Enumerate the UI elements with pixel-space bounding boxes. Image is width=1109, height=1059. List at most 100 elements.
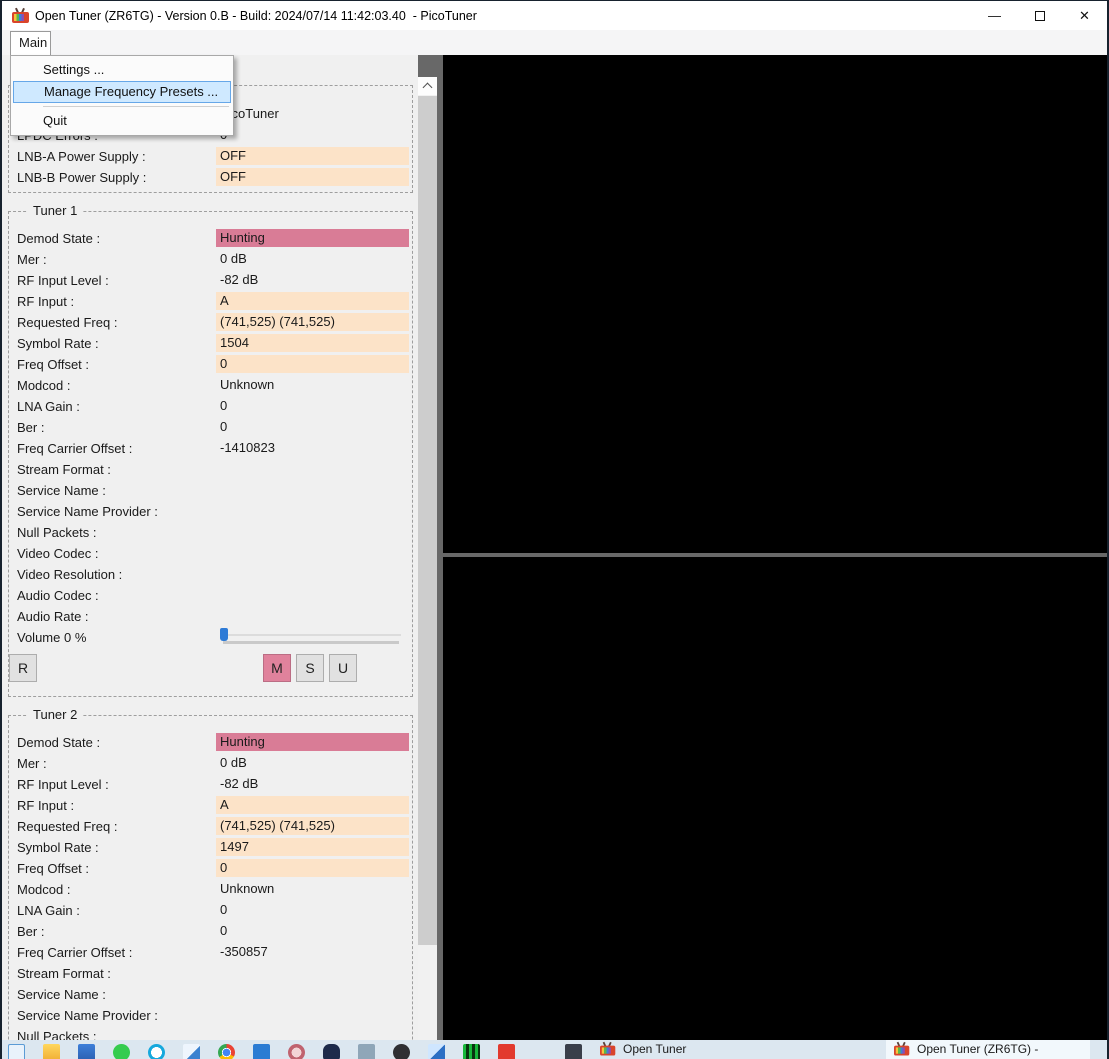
- menu-item[interactable]: [13, 103, 231, 110]
- taskbar-icon[interactable]: [565, 1044, 582, 1059]
- scroll-up-button[interactable]: [418, 77, 437, 95]
- field-value: [216, 502, 409, 520]
- taskbar-icon[interactable]: [253, 1044, 270, 1059]
- tuner-row: RF Input : A: [9, 796, 412, 817]
- minimize-button[interactable]: —: [972, 1, 1017, 30]
- maximize-button[interactable]: [1017, 1, 1062, 30]
- field-label: Ber :: [17, 420, 45, 435]
- taskbar-icon[interactable]: [78, 1044, 95, 1059]
- tuner-row: Stream Format :: [9, 460, 412, 481]
- field-label: Service Name Provider :: [17, 504, 158, 519]
- taskbar-icon[interactable]: [8, 1044, 25, 1059]
- menu-item[interactable]: Settings ...: [13, 59, 231, 81]
- field-value: [216, 565, 409, 583]
- tuner-row: Stream Format :: [9, 964, 412, 985]
- field-value: Hunting: [216, 229, 409, 247]
- taskbar-icon[interactable]: [288, 1044, 305, 1059]
- tuner-row: Symbol Rate : 1497: [9, 838, 412, 859]
- field-value: 0: [220, 923, 228, 938]
- tuner-control-button[interactable]: R: [9, 654, 37, 682]
- taskbar-icons: [8, 1044, 582, 1059]
- menu-item[interactable]: Quit: [13, 110, 231, 132]
- field-label: RF Input Level :: [17, 273, 109, 288]
- taskbar-window-button[interactable]: Open Tuner (ZR6TG) -: [886, 1040, 1090, 1059]
- field-value: Unknown: [220, 377, 275, 392]
- field-value: 0: [216, 126, 409, 144]
- app-tv-icon: [600, 1041, 616, 1056]
- taskbar-icon[interactable]: [183, 1044, 200, 1059]
- window-title: Open Tuner (ZR6TG) - Version 0.B - Build…: [35, 8, 477, 23]
- tuner-control-button[interactable]: U: [329, 654, 357, 682]
- tuner-row: Ber : 0: [9, 418, 412, 439]
- tuner-row: Demod State : Hunting: [9, 733, 412, 754]
- taskbar-icon[interactable]: [323, 1044, 340, 1059]
- tuner-row: Freq Offset : 0: [9, 859, 412, 880]
- field-value: [216, 544, 409, 562]
- volume-slider-track[interactable]: [223, 634, 401, 636]
- field-label: Symbol Rate :: [17, 840, 99, 855]
- taskbar-button-label: Open Tuner: [623, 1042, 687, 1056]
- tuner-row: Video Resolution :: [9, 565, 412, 586]
- status-row: LNB-B Power Supply : OFF: [9, 168, 412, 189]
- menu-main[interactable]: Main: [10, 31, 51, 55]
- scrollbar-thumb[interactable]: [418, 96, 437, 945]
- tuner-row: RF Input : A: [9, 292, 412, 313]
- volume-slider-bar: [223, 641, 399, 644]
- tuner-row: Service Name :: [9, 481, 412, 502]
- field-label: Service Name :: [17, 987, 106, 1002]
- tuner1-buttons: MSU R: [9, 654, 412, 683]
- field-value: 1504: [216, 334, 409, 352]
- field-value: [216, 523, 409, 541]
- field-value: [216, 1006, 409, 1024]
- tuner-row: Audio Codec :: [9, 586, 412, 607]
- tuner2-group: Tuner 2 Demod State : Hunting Mer : 0 dB…: [8, 707, 413, 1059]
- close-button[interactable]: ✕: [1062, 1, 1107, 30]
- volume-label: Volume 0 %: [17, 630, 87, 645]
- field-value: A: [216, 292, 409, 310]
- tuner1-group: Tuner 1 Demod State : Hunting Mer : 0 dB…: [8, 203, 413, 697]
- field-value: [216, 985, 409, 1003]
- taskbar-icon[interactable]: [358, 1044, 375, 1059]
- tuner-row: Symbol Rate : 1504: [9, 334, 412, 355]
- taskbar-icon[interactable]: [498, 1044, 515, 1059]
- field-value: (741,525) (741,525): [216, 817, 409, 835]
- tuner-row: Modcod : Unknown: [9, 880, 412, 901]
- taskbar-window-button[interactable]: Open Tuner: [592, 1040, 772, 1059]
- tuner-row: Freq Offset : 0: [9, 355, 412, 376]
- video-area-tuner1[interactable]: [443, 55, 1107, 553]
- tuner-row: Service Name :: [9, 985, 412, 1006]
- vertical-scrollbar[interactable]: [418, 77, 437, 1040]
- taskbar-icon[interactable]: [218, 1044, 235, 1059]
- field-value: Unknown: [220, 881, 275, 896]
- tuner-row: Service Name Provider :: [9, 1006, 412, 1027]
- taskbar-icon[interactable]: [428, 1044, 445, 1059]
- field-label: Stream Format :: [17, 966, 111, 981]
- taskbar-button-label: Open Tuner (ZR6TG) -: [917, 1042, 1039, 1056]
- tuner1-rows: Demod State : Hunting Mer : 0 dB RF Inpu…: [9, 229, 412, 628]
- status-row: LNB-A Power Supply : OFF: [9, 147, 412, 168]
- field-label: Modcod :: [17, 882, 71, 897]
- field-value: -82 dB: [220, 776, 259, 791]
- taskbar-icon[interactable]: [148, 1044, 165, 1059]
- tuner-control-button[interactable]: M: [263, 654, 291, 682]
- taskbar-icon[interactable]: [393, 1044, 410, 1059]
- taskbar-icon[interactable]: [463, 1044, 480, 1059]
- field-value: [216, 586, 409, 604]
- tuner-row: Service Name Provider :: [9, 502, 412, 523]
- field-label: Audio Codec :: [17, 588, 99, 603]
- field-label: Requested Freq :: [17, 819, 118, 834]
- volume-slider-thumb[interactable]: [220, 628, 228, 641]
- tuner-row: RF Input Level : -82 dB: [9, 775, 412, 796]
- menu-item[interactable]: Manage Frequency Presets ...: [13, 81, 231, 103]
- tuner-row: Null Packets :: [9, 523, 412, 544]
- volume-row: Volume 0 %: [9, 628, 412, 649]
- field-value: -1410823: [220, 440, 275, 455]
- tuner-control-button[interactable]: S: [296, 654, 324, 682]
- tuner-row: Requested Freq : (741,525) (741,525): [9, 313, 412, 334]
- field-label: Freq Offset :: [17, 861, 90, 876]
- video-area-tuner2[interactable]: [443, 557, 1107, 1040]
- tuner-row: RF Input Level : -82 dB: [9, 271, 412, 292]
- tuner-row: Modcod : Unknown: [9, 376, 412, 397]
- taskbar-icon[interactable]: [113, 1044, 130, 1059]
- taskbar-icon[interactable]: [43, 1044, 60, 1059]
